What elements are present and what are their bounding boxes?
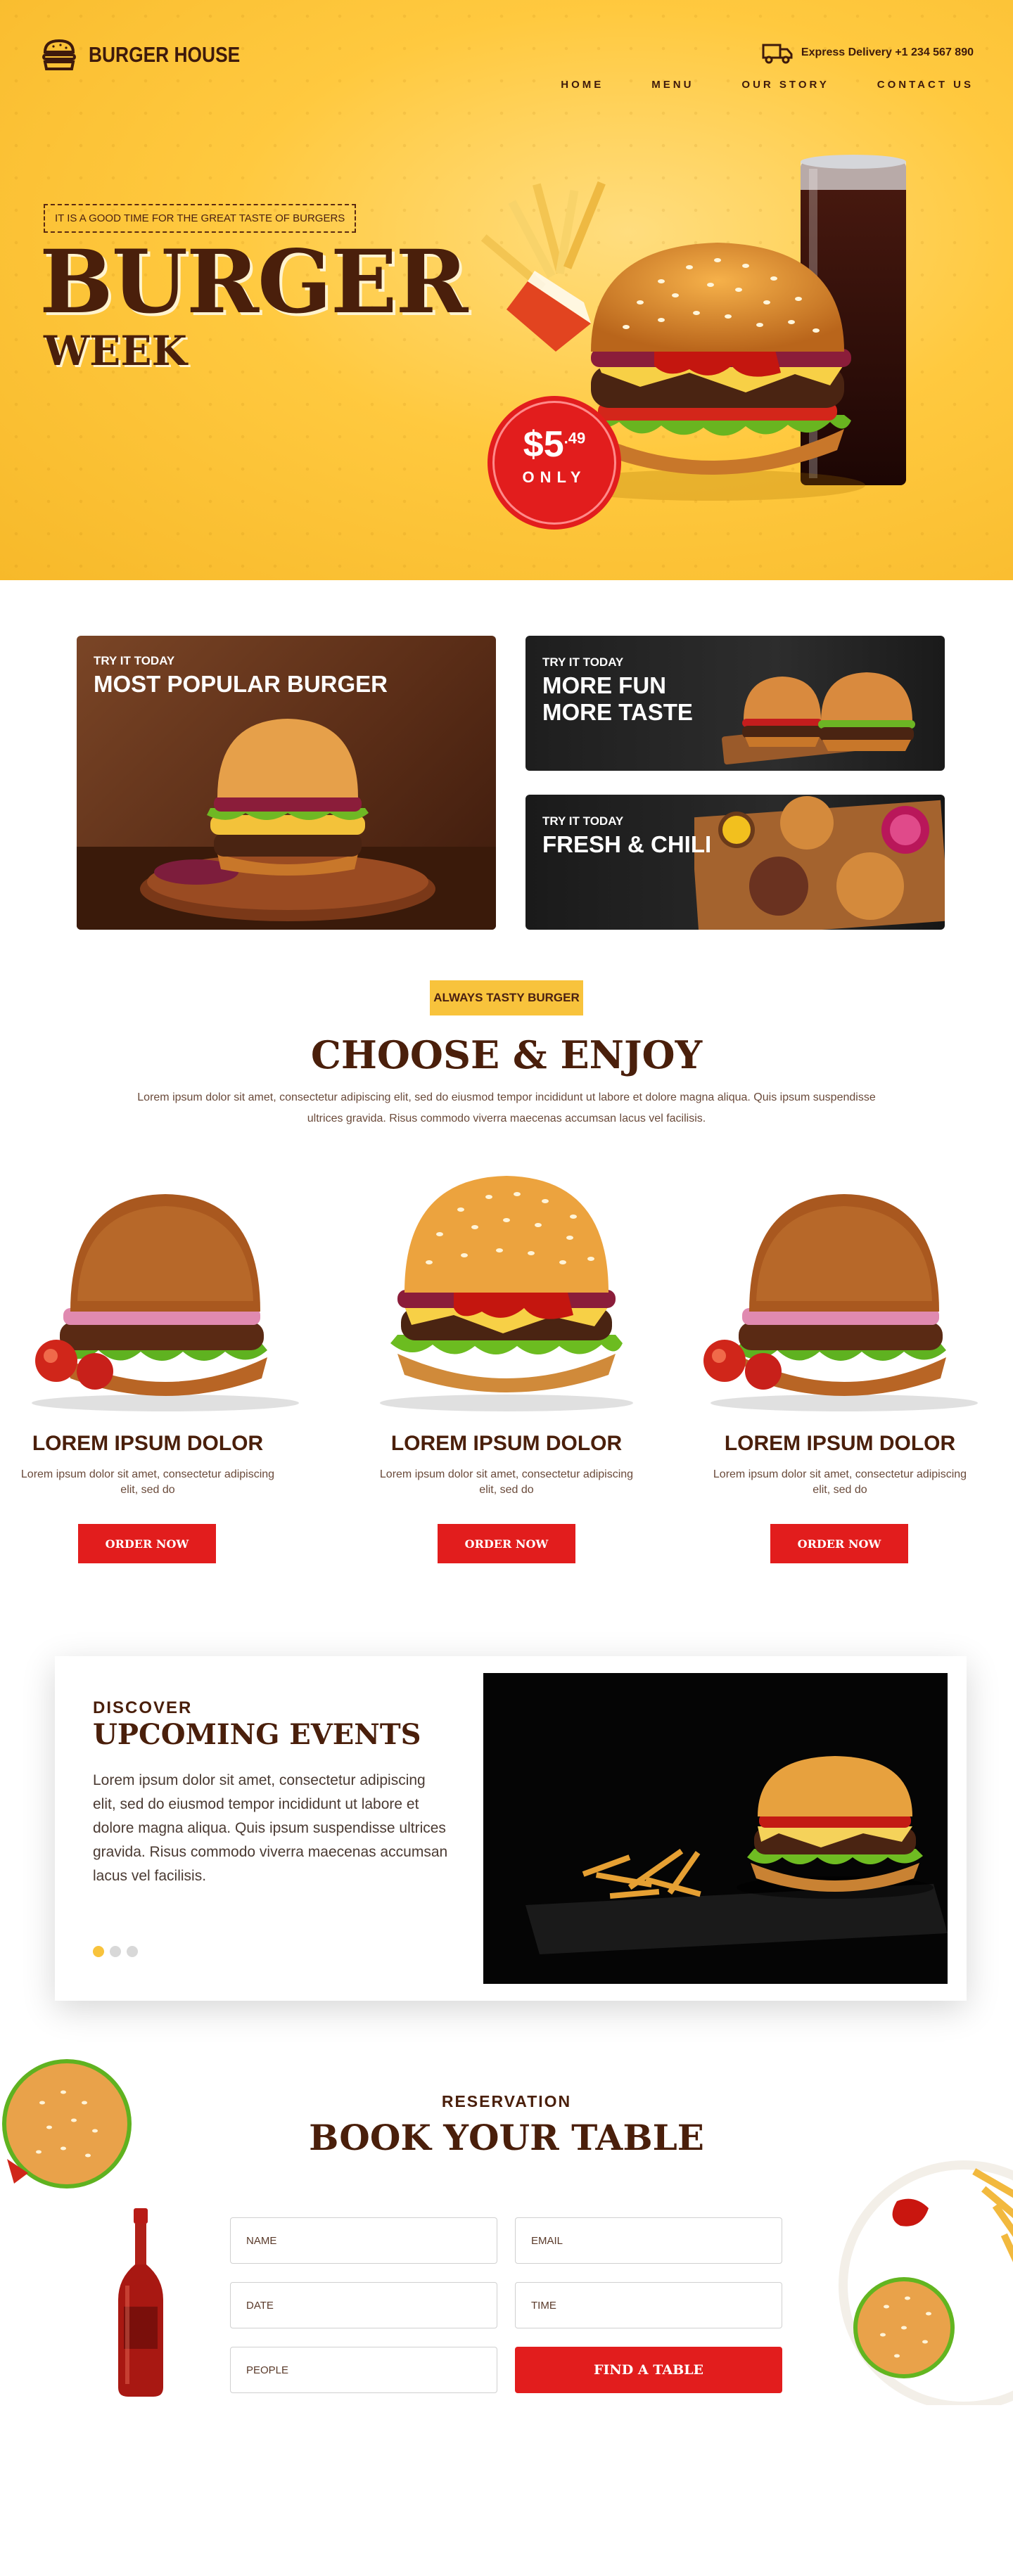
hero-section: BURGER HOUSE Express Delivery +1 234 567… [0, 0, 1013, 580]
product-2-order-button[interactable]: ORDER NOW [438, 1524, 575, 1563]
hero-tagline: IT IS A GOOD TIME FOR THE GREAT TASTE OF… [44, 204, 357, 233]
promo-card-popular[interactable]: TRY IT TODAY MOST POPULAR BURGER [77, 636, 496, 930]
choose-heading: CHOOSE & ENJOY [310, 1032, 703, 1077]
events-image [483, 1673, 948, 1984]
slider-dot-1[interactable] [93, 1946, 104, 1957]
promo-card-fresh-chili[interactable]: TRY IT TODAY FRESH & CHILI [525, 795, 945, 930]
promo-fresh-chili-image [694, 796, 945, 930]
slider-dot-2[interactable] [110, 1946, 121, 1957]
reservation-pre: RESERVATION [441, 2092, 572, 2110]
product-2-image [380, 1176, 633, 1411]
product-1-order-button[interactable]: ORDER NOW [78, 1524, 216, 1563]
date-field[interactable] [230, 2282, 497, 2328]
product-3-desc: Lorem ipsum dolor sit amet, consectetur … [713, 1468, 967, 1496]
choose-lead: Lorem ipsum dolor sit amet, consectetur … [137, 1091, 876, 1124]
promo-more-fun-image [722, 672, 915, 765]
decor-plate-burger-image [839, 2160, 1013, 2405]
price-cents: .49 [563, 429, 586, 447]
product-3-name: LOREM IPSUM DOLOR [724, 1432, 956, 1455]
price-dollars: $5 [523, 424, 564, 465]
brand-name: BURGER HOUSE [89, 42, 241, 67]
events-burger-fries-image [525, 1756, 948, 1954]
events-slider-dots [93, 1946, 138, 1957]
nav-home[interactable]: HOME [561, 79, 604, 91]
reservation-heading: BOOK YOUR TABLE [309, 2117, 704, 2158]
people-field[interactable] [230, 2347, 497, 2393]
promo-popular-title: MOST POPULAR BURGER [94, 671, 388, 697]
product-2-desc: Lorem ipsum dolor sit amet, consectetur … [379, 1468, 634, 1496]
events-heading: UPCOMING EVENTS [93, 1718, 421, 1751]
time-field[interactable] [515, 2282, 782, 2328]
find-table-button[interactable]: FIND A TABLE [515, 2347, 782, 2393]
nav-our-story[interactable]: OUR STORY [741, 79, 829, 91]
delivery-truck-icon [762, 44, 793, 64]
product-3-image [703, 1194, 978, 1411]
promo-fresh-chili-title: FRESH & CHILI [542, 831, 712, 857]
name-field[interactable] [230, 2217, 497, 2264]
email-field[interactable] [515, 2217, 782, 2264]
promo-card-more-fun[interactable]: TRY IT TODAY MORE FUN MORE TASTE [525, 636, 945, 771]
slider-dot-3[interactable] [127, 1946, 138, 1957]
events-pre: DISCOVER [93, 1698, 193, 1717]
upcoming-events-card: DISCOVER UPCOMING EVENTS Lorem ipsum dol… [55, 1656, 967, 2001]
always-tasty-pill: ALWAYS TASTY BURGER [430, 980, 583, 1015]
events-text: Lorem ipsum dolor sit amet, consectetur … [93, 1772, 448, 1884]
promo-popular-pre: TRY IT TODAY [94, 654, 175, 667]
product-2-name: LOREM IPSUM DOLOR [390, 1432, 623, 1455]
promo-more-fun-pre: TRY IT TODAY [542, 655, 624, 669]
product-1-image [32, 1194, 299, 1411]
promo-more-fun-title: MORE FUN [542, 672, 666, 698]
hero-subtitle: WEEK [44, 327, 187, 375]
product-1-desc: Lorem ipsum dolor sit amet, consectetur … [20, 1468, 275, 1496]
hero-title: BURGER [39, 231, 468, 333]
express-delivery[interactable]: Express Delivery +1 234 567 890 [762, 41, 974, 65]
decor-hot-sauce-image [118, 2208, 163, 2397]
price-only: ONLY [522, 468, 587, 486]
product-3-order-button[interactable]: ORDER NOW [770, 1524, 908, 1563]
brand-logo[interactable]: BURGER HOUSE [39, 35, 267, 75]
nav-menu[interactable]: MENU [651, 79, 694, 91]
main-nav: HOME MENU OUR STORY CONTACT US [561, 79, 974, 91]
delivery-text: Express Delivery +1 234 567 890 [801, 46, 974, 58]
burger-logo-icon [42, 39, 76, 70]
nav-contact-us[interactable]: CONTACT US [877, 79, 974, 91]
product-1-name: LOREM IPSUM DOLOR [32, 1432, 264, 1455]
price-badge: $5.49 ONLY [492, 401, 616, 525]
promo-fresh-chili-pre: TRY IT TODAY [542, 814, 624, 828]
promo-more-fun-title-2: MORE TASTE [542, 699, 693, 725]
